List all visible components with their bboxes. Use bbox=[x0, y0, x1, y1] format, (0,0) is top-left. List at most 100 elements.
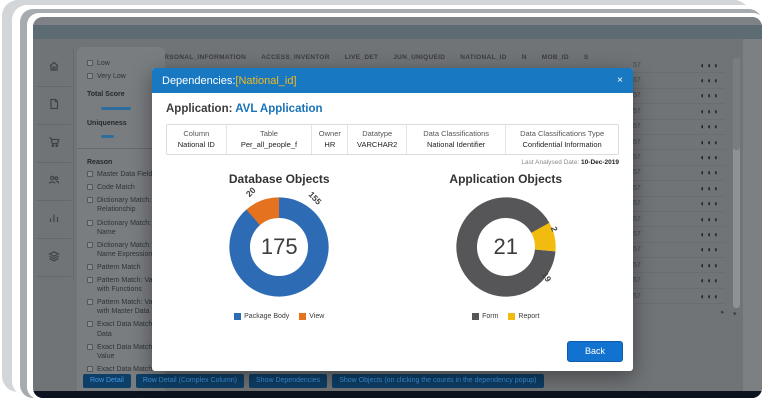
checkbox-item[interactable]: Dictionary Match: C Name Expression bbox=[87, 241, 160, 259]
row-value: 57 bbox=[633, 108, 655, 115]
app-toolbar bbox=[33, 25, 762, 39]
table-row[interactable]: 57◐◐◐ bbox=[633, 150, 725, 165]
harvey-ball-indicators[interactable]: ◐◐◐ bbox=[701, 292, 726, 301]
sidebar-item-documents[interactable] bbox=[37, 87, 71, 125]
sidebar-item-cart[interactable] bbox=[37, 125, 71, 163]
checkbox-icon[interactable] bbox=[87, 344, 93, 350]
application-label: Application: bbox=[166, 103, 235, 115]
table-row[interactable]: 57◐◐◐ bbox=[633, 58, 725, 73]
harvey-ball-indicators[interactable]: ◐◐◐ bbox=[701, 230, 726, 239]
checkbox-item[interactable]: Low bbox=[87, 59, 160, 68]
donut-total[interactable]: 175 bbox=[220, 188, 338, 306]
row-value: 57 bbox=[633, 262, 655, 269]
uniqueness-slider[interactable] bbox=[101, 135, 114, 138]
harvey-ball-indicators[interactable]: ◐◐◐ bbox=[701, 215, 726, 224]
bottom-action-button[interactable]: Row Detail (Complex Column) bbox=[136, 374, 244, 388]
checkbox-icon[interactable] bbox=[87, 264, 93, 270]
checkbox-icon[interactable] bbox=[87, 366, 93, 372]
chart-title: Database Objects bbox=[229, 172, 330, 186]
harvey-ball-indicators[interactable]: ◐◐◐ bbox=[701, 138, 726, 147]
database-objects-donut[interactable]: 175 20 155 bbox=[220, 188, 338, 306]
back-button[interactable]: Back bbox=[567, 341, 623, 362]
harvey-ball-indicators[interactable]: ◐◐◐ bbox=[701, 199, 726, 208]
harvey-ball-indicators[interactable]: ◐◐◐ bbox=[701, 61, 726, 70]
bottom-action-button[interactable]: Row Detail bbox=[83, 374, 131, 388]
checkbox-icon[interactable] bbox=[87, 277, 93, 283]
row-value: 57 bbox=[633, 231, 655, 238]
harvey-ball-indicators[interactable]: ◐◐◐ bbox=[701, 245, 726, 254]
bottom-navy-strip bbox=[33, 391, 762, 398]
total-score-slider[interactable] bbox=[101, 107, 131, 110]
harvey-ball-indicators[interactable]: ◐◐◐ bbox=[701, 91, 726, 100]
harvey-ball-indicators[interactable]: ◐◐◐ bbox=[701, 76, 726, 85]
checkbox-item[interactable]: Exact Data Match: Data bbox=[87, 320, 160, 338]
table-row[interactable]: 57◐◐◐ bbox=[633, 243, 725, 258]
table-row[interactable]: 57◐◐◐ bbox=[633, 120, 725, 135]
harvey-ball-indicators[interactable]: ◐◐◐ bbox=[701, 261, 726, 270]
harvey-ball-indicators[interactable]: ◐◐◐ bbox=[701, 153, 726, 162]
bottom-action-button[interactable]: Show Dependencies bbox=[249, 374, 327, 388]
checkbox-item[interactable]: Very Low bbox=[87, 72, 160, 81]
database-objects-chart: Database Objects 175 20 155 Package Body… bbox=[166, 166, 393, 320]
table-row[interactable]: 57 ◐◐◐ bbox=[633, 197, 725, 212]
table-row[interactable]: 57◐◐◐ bbox=[633, 89, 725, 104]
checkbox-icon[interactable] bbox=[87, 184, 93, 190]
checkbox-item[interactable]: Exact Data Match: Value bbox=[87, 343, 160, 361]
table-row[interactable]: 57◐◐◐ bbox=[633, 212, 725, 227]
table-row[interactable]: 57◐◐◐ bbox=[633, 135, 725, 150]
checkbox-icon[interactable] bbox=[87, 220, 93, 226]
checkbox-icon[interactable] bbox=[87, 197, 93, 203]
checkbox-item[interactable]: Pattern Match: Vali with Master Data bbox=[87, 298, 160, 316]
checkbox-item[interactable]: Master Data Field bbox=[87, 170, 160, 179]
donut-total[interactable]: 21 bbox=[447, 188, 565, 306]
vertical-scrollbar[interactable] bbox=[733, 58, 740, 308]
table-row[interactable]: 57 ◐◐◐ bbox=[633, 227, 725, 242]
checkbox-icon[interactable] bbox=[87, 242, 93, 248]
application-objects-donut[interactable]: 21 2 19 bbox=[447, 188, 565, 306]
header-fragment: JUN_UNIQUEID bbox=[393, 54, 445, 61]
table-row[interactable]: 57◐◐◐ bbox=[633, 273, 725, 288]
harvey-ball-indicators[interactable]: ◐◐◐ bbox=[701, 107, 726, 116]
scrollbar-thumb[interactable] bbox=[733, 58, 740, 150]
legend-swatch bbox=[299, 313, 306, 320]
checkbox-icon[interactable] bbox=[87, 171, 93, 177]
table-row[interactable]: 57◐◐◐ bbox=[633, 166, 725, 181]
layers-icon bbox=[48, 249, 60, 267]
table-row[interactable]: 57 ◐◐◐ bbox=[633, 181, 725, 196]
table-row[interactable]: 57 ◐◐◐ bbox=[633, 104, 725, 119]
legend-swatch bbox=[234, 313, 241, 320]
sidebar-item-home[interactable] bbox=[37, 49, 71, 87]
table-row[interactable]: 57◐◐◐ bbox=[633, 289, 725, 304]
total-score-label: Total Score bbox=[87, 91, 160, 98]
info-cell-column: Column National ID bbox=[167, 125, 226, 154]
harvey-ball-indicators[interactable]: ◐◐◐ bbox=[701, 122, 726, 131]
checkbox-item[interactable]: Code Match bbox=[87, 183, 160, 192]
checkbox-item[interactable]: Pattern Match bbox=[87, 263, 160, 272]
checkbox-item[interactable]: Dictionary Match: C Name bbox=[87, 219, 160, 237]
checkbox-item[interactable]: Dictionary Match: Relationship bbox=[87, 196, 160, 214]
table-row[interactable]: 57◐◐◐ bbox=[633, 73, 725, 88]
harvey-ball-indicators[interactable]: ◐◐◐ bbox=[701, 276, 726, 285]
close-icon[interactable]: × bbox=[617, 76, 623, 86]
checkbox-item[interactable]: Pattern Match: Vali with Functions bbox=[87, 276, 160, 294]
checkbox-icon[interactable] bbox=[87, 60, 93, 66]
header-fragment: NATIONAL_ID bbox=[460, 54, 507, 61]
sidebar-item-layers[interactable] bbox=[37, 239, 71, 277]
bottom-action-button[interactable]: Show Objects (on clicking the counts in … bbox=[332, 374, 543, 388]
checkbox-icon[interactable] bbox=[87, 73, 93, 79]
sidebar-icon-rail bbox=[37, 49, 71, 277]
chart-title: Application Objects bbox=[449, 172, 562, 186]
harvey-ball-indicators[interactable]: ◐◐◐ bbox=[701, 168, 726, 177]
sidebar-item-users[interactable] bbox=[37, 163, 71, 201]
sidebar-item-analytics[interactable] bbox=[37, 201, 71, 239]
checkbox-icon[interactable] bbox=[87, 299, 93, 305]
checkbox-icon[interactable] bbox=[87, 321, 93, 327]
scroll-right-icon[interactable]: ▸ bbox=[721, 308, 725, 316]
cart-icon bbox=[48, 135, 60, 153]
scroll-down-icon[interactable]: ▾ bbox=[733, 310, 737, 318]
row-value: 57 bbox=[633, 185, 655, 192]
row-value: 57 bbox=[633, 200, 655, 207]
info-cell-owner: Owner HR bbox=[311, 125, 347, 154]
table-row[interactable]: 57 ◐◐◐ bbox=[633, 258, 725, 273]
harvey-ball-indicators[interactable]: ◐◐◐ bbox=[701, 184, 726, 193]
